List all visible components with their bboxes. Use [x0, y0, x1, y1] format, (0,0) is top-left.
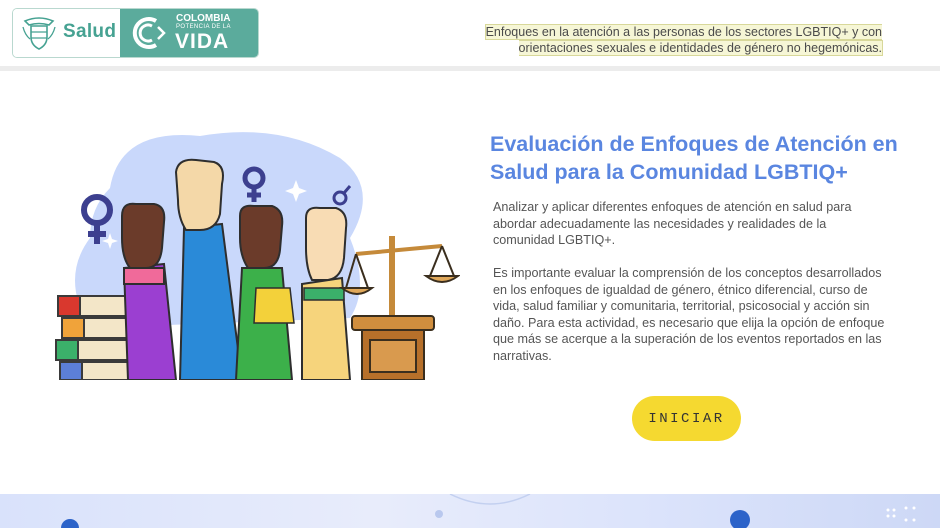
header: Salud COLOMBIA POTENCIA DE LA VIDA Enfoq… — [0, 0, 940, 71]
colombia-c-icon — [132, 17, 166, 49]
coat-of-arms-icon — [22, 17, 56, 50]
header-title: Enfoques en la atención a las personas d… — [472, 24, 882, 56]
decor-arc — [449, 494, 531, 505]
logo: Salud COLOMBIA POTENCIA DE LA VIDA — [12, 8, 259, 58]
scales-of-justice-icon — [339, 236, 460, 380]
page-title: Evaluación de Enfoques de Atención en Sa… — [490, 132, 898, 184]
band-decoration — [61, 494, 916, 528]
decor-dot-icon — [61, 519, 79, 528]
intro-paragraph: Analizar y aplicar diferentes enfoques d… — [493, 200, 852, 248]
decor-dot-icon — [435, 510, 443, 518]
hero-illustration — [55, 132, 460, 380]
logo-colombia-text: COLOMBIA — [176, 13, 231, 24]
logo-colombia-section: COLOMBIA POTENCIA DE LA VIDA — [120, 9, 258, 57]
instructions-paragraph: Es importante evaluar la comprensión de … — [493, 266, 885, 363]
logo-vida-text: VIDA — [175, 30, 230, 53]
logo-salud-section: Salud — [13, 9, 120, 57]
raised-fist-light-skin — [301, 206, 352, 380]
dots-grid-icon — [886, 506, 916, 522]
start-button[interactable]: INICIAR — [632, 396, 741, 441]
header-title-text: Enfoques en la atención a las personas d… — [485, 25, 882, 55]
decor-dot-icon — [730, 510, 750, 528]
bottom-decorative-band — [0, 494, 940, 528]
logo-salud-text: Salud — [63, 21, 117, 42]
